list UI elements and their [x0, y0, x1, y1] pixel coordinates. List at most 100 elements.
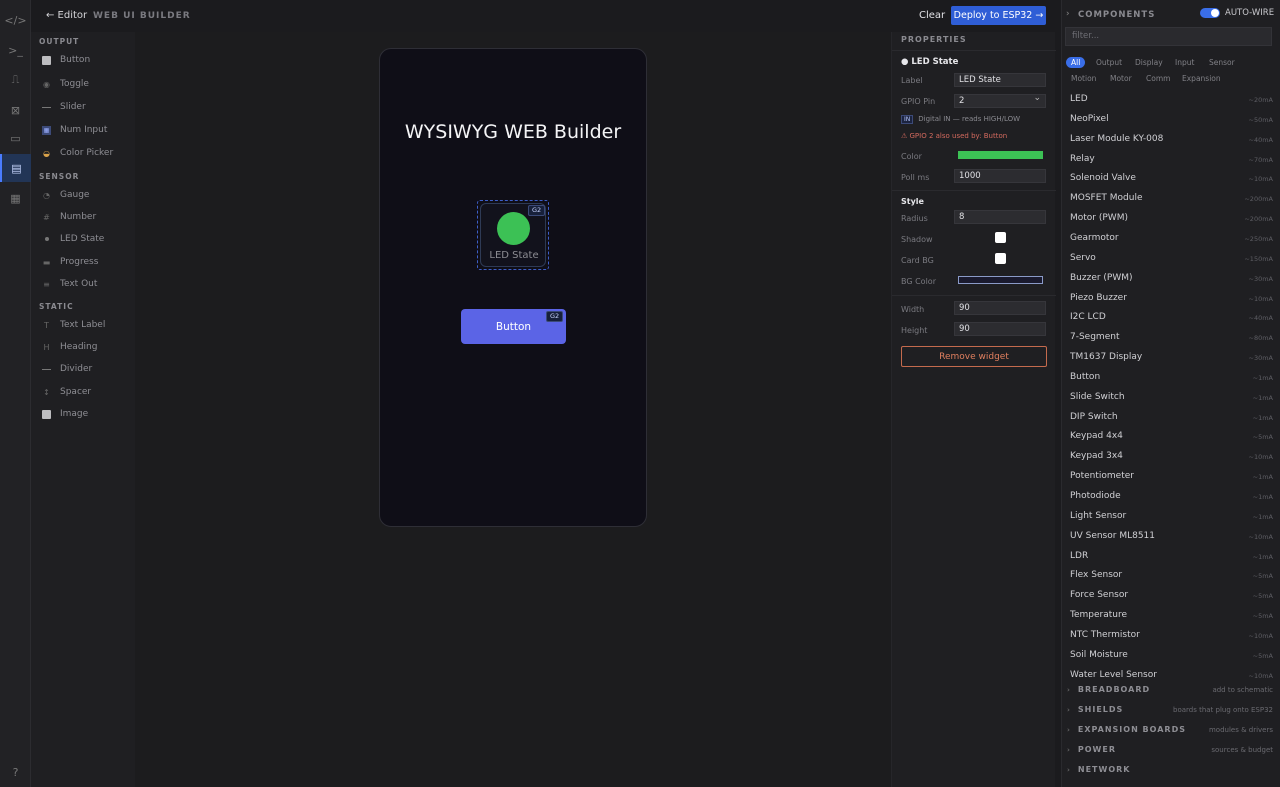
component-item[interactable]: Keypad 4x4 ~5mA [1070, 431, 1273, 441]
component-item[interactable]: Photodiode ~1mA [1070, 491, 1273, 501]
width-label: Width [901, 305, 925, 314]
design-canvas[interactable]: WYSIWYG WEB Builder LED State G2 Button … [135, 32, 891, 787]
accordion-expansion-boards[interactable]: EXPANSION BOARDSmodules & drivers [1067, 725, 1273, 734]
component-item[interactable]: Water Level Sensor ~10mA [1070, 670, 1273, 680]
component-item[interactable]: Gearmotor ~250mA [1070, 233, 1273, 243]
category-display[interactable]: Display [1130, 57, 1168, 68]
button-widget[interactable]: Button G2 [461, 309, 566, 344]
component-item[interactable]: Motor (PWM) ~200mA [1070, 213, 1273, 223]
auto-wire-toggle[interactable]: AUTO-WIRE [1200, 8, 1274, 18]
palette-item-num-input[interactable]: ▦ Num Input [42, 125, 107, 135]
terminal-icon[interactable]: >_ [0, 36, 31, 64]
palette-item-text-label[interactable]: T Text Label [42, 320, 105, 330]
poll-ms-input[interactable]: 1000 [954, 169, 1046, 183]
remove-widget-button[interactable]: Remove widget [901, 346, 1047, 367]
accordion-power[interactable]: POWERsources & budget [1067, 745, 1273, 754]
filter-input[interactable]: filter... [1065, 27, 1272, 46]
component-item[interactable]: Light Sensor ~1mA [1070, 511, 1273, 521]
component-item[interactable]: Servo ~150mA [1070, 253, 1273, 263]
top-bar: ← Editor WEB UI BUILDER Clear Deploy to … [31, 0, 1061, 32]
component-item[interactable]: MOSFET Module ~200mA [1070, 193, 1273, 203]
component-item[interactable]: Buzzer (PWM) ~30mA [1070, 273, 1273, 283]
palette-item-divider[interactable]: Divider [42, 364, 92, 374]
component-item[interactable]: Flex Sensor ~5mA [1070, 570, 1273, 580]
shadow-checkbox[interactable] [995, 232, 1006, 243]
page-title[interactable]: WYSIWYG WEB Builder [380, 121, 646, 143]
web-builder-icon[interactable]: ▤ [0, 154, 31, 182]
component-name: Flex Sensor [1070, 570, 1123, 581]
component-item[interactable]: TM1637 Display ~30mA [1070, 352, 1273, 362]
card-bg-checkbox[interactable] [995, 253, 1006, 264]
help-icon[interactable]: ? [0, 758, 31, 786]
component-name: I2C LCD [1070, 312, 1106, 323]
label-input[interactable]: LED State [954, 73, 1046, 87]
bg-color-swatch[interactable] [958, 276, 1043, 284]
component-item[interactable]: NTC Thermistor ~10mA [1070, 630, 1273, 640]
palette-item-toggle[interactable]: ◉ Toggle [42, 79, 89, 89]
accordion-shields[interactable]: SHIELDSboards that plug onto ESP32 [1067, 705, 1273, 714]
palette-item-image[interactable]: Image [42, 409, 88, 419]
palette-item-number[interactable]: # Number [42, 212, 96, 222]
led-state-widget[interactable]: LED State G2 [477, 200, 549, 270]
palette-item-slider[interactable]: Slider [42, 102, 86, 112]
component-item[interactable]: LED ~20mA [1070, 94, 1273, 104]
toggle-switch[interactable] [1200, 8, 1220, 18]
category-motor[interactable]: Motor [1105, 73, 1137, 84]
component-name: MOSFET Module [1070, 193, 1143, 204]
apps-icon[interactable]: ▦ [0, 184, 31, 212]
radius-input[interactable]: 8 [954, 210, 1046, 224]
palette-item-progress[interactable]: ▬ Progress [42, 257, 99, 267]
color-swatch[interactable] [958, 151, 1043, 159]
category-output[interactable]: Output [1091, 57, 1127, 68]
palette-item-gauge[interactable]: ◔ Gauge [42, 190, 89, 200]
code-icon[interactable]: </> [0, 6, 31, 34]
component-item[interactable]: Force Sensor ~5mA [1070, 590, 1273, 600]
palette-item-color-picker[interactable]: ◒ Color Picker [42, 148, 113, 158]
component-item[interactable]: DIP Switch ~1mA [1070, 412, 1273, 422]
palette-item-led-state[interactable]: LED State [42, 234, 104, 244]
component-item[interactable]: Piezo Buzzer ~10mA [1070, 293, 1273, 303]
deploy-button[interactable]: Deploy to ESP32 → [951, 6, 1046, 25]
component-name: TM1637 Display [1070, 352, 1143, 363]
component-current: ~5mA [1252, 651, 1273, 660]
category-all[interactable]: All [1066, 57, 1086, 68]
component-item[interactable]: Temperature ~5mA [1070, 610, 1273, 620]
component-current: ~10mA [1248, 532, 1274, 541]
category-comm[interactable]: Comm [1141, 73, 1175, 84]
category-motion[interactable]: Motion [1066, 73, 1101, 84]
component-item[interactable]: Soil Moisture ~5mA [1070, 650, 1273, 660]
component-item[interactable]: Button ~1mA [1070, 372, 1273, 382]
component-item[interactable]: UV Sensor ML8511 ~10mA [1070, 531, 1273, 541]
back-to-editor-link[interactable]: ← Editor [46, 10, 87, 21]
height-input[interactable]: 90 [954, 322, 1046, 336]
component-name: LDR [1070, 550, 1089, 561]
accordion-network[interactable]: NETWORK [1067, 765, 1273, 774]
component-item[interactable]: Slide Switch ~1mA [1070, 392, 1273, 402]
category-input[interactable]: Input [1170, 57, 1199, 68]
category-expansion[interactable]: Expansion [1177, 73, 1226, 84]
waveform-icon[interactable]: ⎍ [0, 66, 31, 94]
component-name: Potentiometer [1070, 471, 1134, 482]
clear-button[interactable]: Clear [919, 10, 945, 21]
component-item[interactable]: Solenoid Valve ~10mA [1070, 173, 1273, 183]
component-item[interactable]: Relay ~70mA [1070, 154, 1273, 164]
category-sensor[interactable]: Sensor [1204, 57, 1240, 68]
gpio-pin-select[interactable]: 2 [954, 92, 1046, 108]
components-title[interactable]: COMPONENTS [1066, 9, 1155, 20]
component-item[interactable]: 7-Segment ~80mA [1070, 332, 1273, 342]
accordion-breadboard[interactable]: BREADBOARDadd to schematic [1067, 685, 1273, 694]
palette-item-text-out[interactable]: ≡ Text Out [42, 279, 97, 289]
component-item[interactable]: I2C LCD ~40mA [1070, 312, 1273, 322]
folder-icon[interactable]: ▭ [0, 124, 31, 152]
component-item[interactable]: Laser Module KY-008 ~40mA [1070, 134, 1273, 144]
palette-item-spacer[interactable]: ↕ Spacer [42, 387, 91, 397]
component-item[interactable]: Potentiometer ~1mA [1070, 471, 1273, 481]
component-item[interactable]: Keypad 3x4 ~10mA [1070, 451, 1273, 461]
component-item[interactable]: LDR ~1mA [1070, 551, 1273, 561]
palette-item-button[interactable]: Button [42, 55, 90, 65]
component-item[interactable]: NeoPixel ~50mA [1070, 114, 1273, 124]
phone-preview[interactable]: WYSIWYG WEB Builder LED State G2 Button … [379, 48, 647, 527]
palette-item-heading[interactable]: H Heading [42, 342, 97, 352]
width-input[interactable]: 90 [954, 301, 1046, 315]
chip-icon[interactable]: ⊠ [0, 96, 31, 124]
